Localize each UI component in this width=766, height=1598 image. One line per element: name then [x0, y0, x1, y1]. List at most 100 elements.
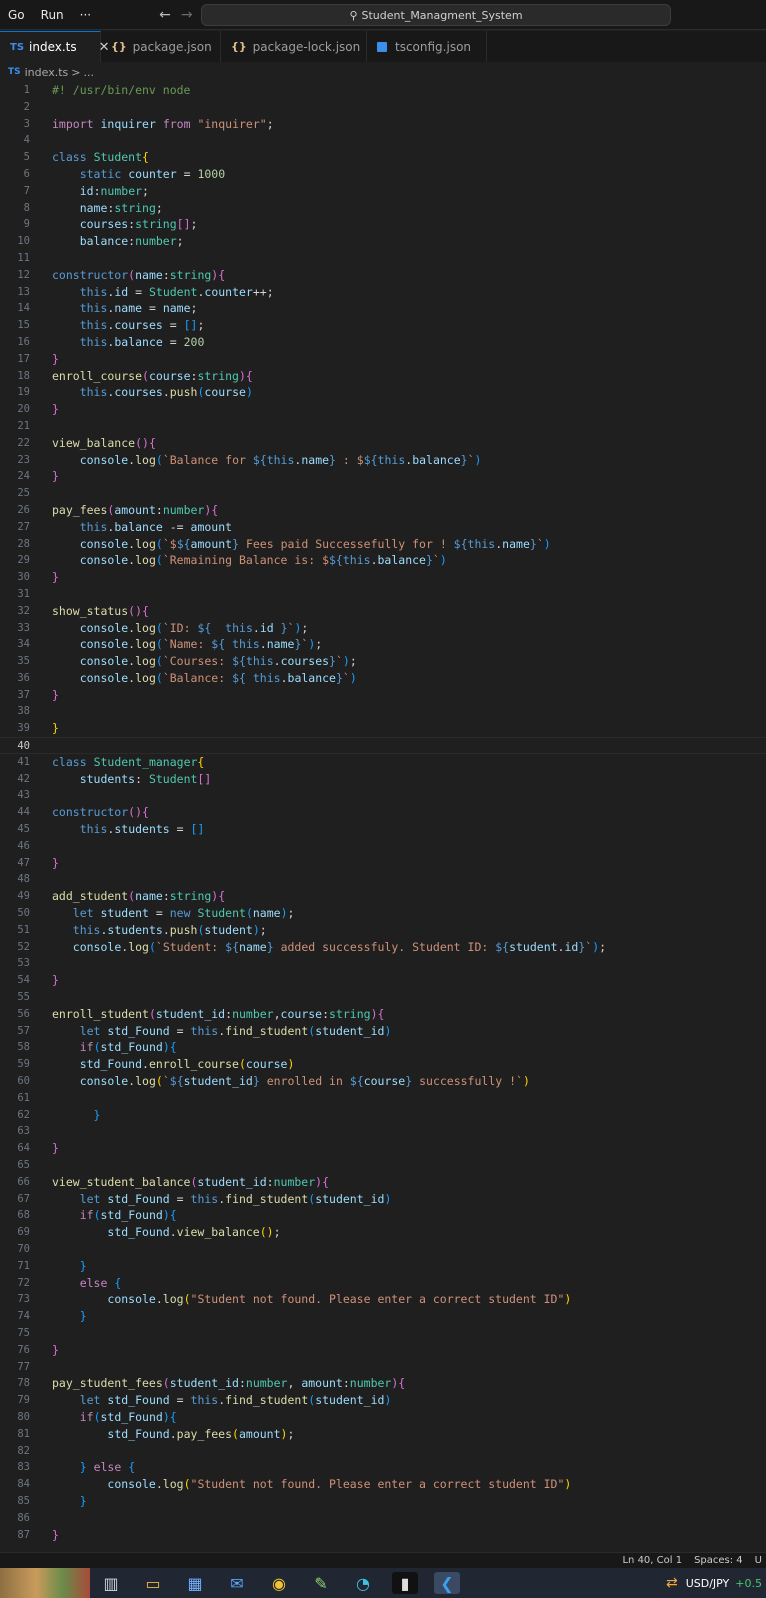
code-line[interactable]: 53: [0, 955, 766, 972]
code-line[interactable]: 81 std_Found.pay_fees(amount);: [0, 1426, 766, 1443]
tab-package-json[interactable]: {} package.json: [101, 31, 221, 62]
status-trailing-item[interactable]: U: [755, 1555, 762, 1566]
code-line[interactable]: 83 } else {: [0, 1459, 766, 1476]
cursor-position[interactable]: Ln 40, Col 1: [622, 1555, 682, 1566]
code-line[interactable]: 68 if(std_Found){: [0, 1207, 766, 1224]
code-line[interactable]: 74 }: [0, 1308, 766, 1325]
menu-run[interactable]: Run: [33, 0, 72, 30]
code-line[interactable]: 66 view_student_balance(student_id:number…: [0, 1174, 766, 1191]
code-line[interactable]: 75: [0, 1325, 766, 1342]
code-line[interactable]: 71 }: [0, 1258, 766, 1275]
currency-ticker[interactable]: ⇄ USD/JPY +0.5: [666, 1575, 766, 1591]
code-line[interactable]: 43: [0, 787, 766, 804]
code-line[interactable]: 82: [0, 1443, 766, 1460]
code-line[interactable]: 54}: [0, 972, 766, 989]
code-line[interactable]: 62 }: [0, 1107, 766, 1124]
code-line[interactable]: 35 console.log(`Courses: ${this.courses}…: [0, 653, 766, 670]
code-line[interactable]: 1 #! /usr/bin/env node: [0, 82, 766, 99]
code-line[interactable]: 25: [0, 485, 766, 502]
code-line[interactable]: 16 this.balance = 200: [0, 334, 766, 351]
code-line[interactable]: 27 this.balance -= amount: [0, 519, 766, 536]
code-line[interactable]: 79 let std_Found = this.find_student(stu…: [0, 1392, 766, 1409]
file-explorer-icon[interactable]: ▭: [140, 1572, 166, 1594]
command-center-search[interactable]: ⚲ Student_Managment_System: [201, 4, 671, 26]
tab-index-ts[interactable]: TS index.ts ✕: [0, 31, 110, 62]
code-line[interactable]: 32 show_status(){: [0, 603, 766, 620]
edge-icon[interactable]: ◔: [350, 1572, 376, 1594]
code-line[interactable]: 7 id:number;: [0, 183, 766, 200]
code-line[interactable]: 57 let std_Found = this.find_student(stu…: [0, 1023, 766, 1040]
code-line[interactable]: 64}: [0, 1140, 766, 1157]
code-line[interactable]: 6 static counter = 1000: [0, 166, 766, 183]
code-line[interactable]: 8 name:string;: [0, 200, 766, 217]
code-line[interactable]: 49 add_student(name:string){: [0, 888, 766, 905]
code-line[interactable]: 4: [0, 132, 766, 149]
code-line[interactable]: 14 this.name = name;: [0, 300, 766, 317]
code-line[interactable]: 36 console.log(`Balance: ${ this.balance…: [0, 670, 766, 687]
chrome-icon[interactable]: ◉: [266, 1572, 292, 1594]
breadcrumb-more[interactable]: ...: [83, 66, 94, 79]
code-line[interactable]: 40: [0, 737, 766, 754]
code-line[interactable]: 56 enroll_student(student_id: number,cours…: [0, 1006, 766, 1023]
code-line[interactable]: 9 courses:string[];: [0, 216, 766, 233]
mail-icon[interactable]: ✉: [224, 1572, 250, 1594]
vscode-icon[interactable]: ❮: [434, 1572, 460, 1594]
code-line[interactable]: 72 else {: [0, 1275, 766, 1292]
taskbar-widget-art[interactable]: [0, 1568, 90, 1598]
code-line[interactable]: 42 students: Student[]: [0, 771, 766, 788]
code-line[interactable]: 11: [0, 250, 766, 267]
code-line[interactable]: 17}: [0, 351, 766, 368]
forward-arrow-icon[interactable]: →: [181, 7, 193, 23]
code-line[interactable]: 60 console.log(`${student_id} enrolled i…: [0, 1073, 766, 1090]
code-line[interactable]: 46: [0, 838, 766, 855]
code-line[interactable]: 48: [0, 871, 766, 888]
store-icon[interactable]: ▦: [182, 1572, 208, 1594]
code-line[interactable]: 30}: [0, 569, 766, 586]
code-line[interactable]: 29 console. log(`Remaining Balance is: $$…: [0, 552, 766, 569]
code-line[interactable]: 12 constructor(name:string){: [0, 267, 766, 284]
code-line[interactable]: 33 console.log(`ID: ${ this.id }`);: [0, 620, 766, 637]
code-line[interactable]: 24}: [0, 468, 766, 485]
code-line[interactable]: 15 this.courses = [];: [0, 317, 766, 334]
code-line[interactable]: 31: [0, 586, 766, 603]
code-line[interactable]: 77: [0, 1359, 766, 1376]
code-line[interactable]: 52 console.log(`Student: ${name} added s…: [0, 939, 766, 956]
code-line[interactable]: 10 balance:number;: [0, 233, 766, 250]
code-line[interactable]: 67 let std_Found = this.find_student(stu…: [0, 1191, 766, 1208]
code-line[interactable]: 13 this.id = Student.counter++;: [0, 284, 766, 301]
code-line[interactable]: 26 pay_fees(amount:number){: [0, 502, 766, 519]
code-line[interactable]: 18 enroll_course(course:string){: [0, 368, 766, 385]
code-line[interactable]: 63: [0, 1123, 766, 1140]
code-line[interactable]: 51 this.students.push(student);: [0, 922, 766, 939]
code-line[interactable]: 70: [0, 1241, 766, 1258]
code-line[interactable]: 69 std_Found.view_balance();: [0, 1224, 766, 1241]
code-line[interactable]: 2: [0, 99, 766, 116]
menu-more[interactable]: ···: [72, 0, 99, 30]
code-line[interactable]: 22 view_balance(){: [0, 435, 766, 452]
code-line[interactable]: 73 console.log("Student not found. Pleas…: [0, 1291, 766, 1308]
code-line[interactable]: 80 if(std_Found){: [0, 1409, 766, 1426]
code-line[interactable]: 37}: [0, 687, 766, 704]
code-line[interactable]: 85 }: [0, 1493, 766, 1510]
code-line[interactable]: 3 import inquirer from "inquirer";: [0, 116, 766, 133]
code-line[interactable]: 21: [0, 418, 766, 435]
code-line[interactable]: 86: [0, 1510, 766, 1527]
code-line[interactable]: 5 class Student{: [0, 149, 766, 166]
code-line[interactable]: 76}: [0, 1342, 766, 1359]
code-line[interactable]: 61: [0, 1090, 766, 1107]
code-line[interactable]: 38: [0, 703, 766, 720]
indentation-setting[interactable]: Spaces: 4: [694, 1555, 743, 1566]
code-line[interactable]: 23 console.log(`Balance for ${this.name}…: [0, 452, 766, 469]
code-line[interactable]: 84 console.log("Student not found. Pleas…: [0, 1476, 766, 1493]
breadcrumb-file[interactable]: index.ts: [25, 66, 69, 79]
code-line[interactable]: 87}: [0, 1527, 766, 1544]
code-line[interactable]: 78 pay_student_fees(student_id:number, am…: [0, 1375, 766, 1392]
code-line[interactable]: 34 console.log(`Name: ${ this.name}`);: [0, 636, 766, 653]
code-line[interactable]: 65: [0, 1157, 766, 1174]
code-line[interactable]: 50 let student = new Student(name);: [0, 905, 766, 922]
code-line[interactable]: 55: [0, 989, 766, 1006]
code-line[interactable]: 44 constructor(){: [0, 804, 766, 821]
code-editor[interactable]: 1 #! /usr/bin/env node 2 3 import inquirer f…: [0, 82, 766, 1552]
tab-package-lock-json[interactable]: {} package-lock.json: [221, 31, 367, 62]
code-line[interactable]: 20}: [0, 401, 766, 418]
